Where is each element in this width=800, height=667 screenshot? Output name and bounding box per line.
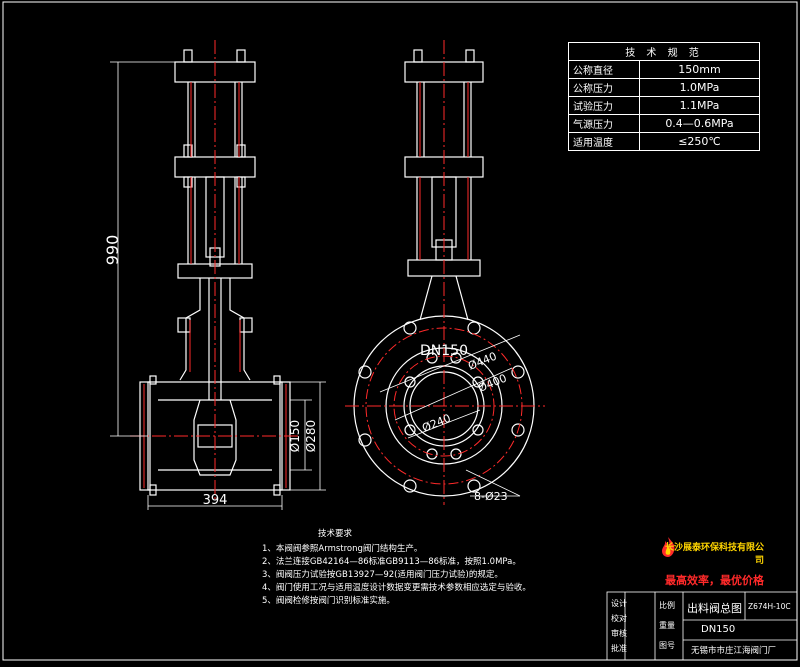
spec-key: 试验压力 — [568, 96, 640, 115]
note-item: 4、阀门使用工况与适用温度设计数据变更需技术参数相应选定与验收。 — [262, 583, 531, 593]
spec-key: 公称直径 — [568, 60, 640, 79]
brand-slogan: 最高效率，最优价格 — [665, 574, 764, 587]
title-block-left-labels: 设计 校对 审核 批准 — [611, 596, 627, 656]
side-view-leaders — [379, 334, 521, 497]
label-drawing-no: 图号 — [659, 641, 675, 650]
label-approve: 批准 — [611, 644, 627, 653]
title-block: 设计 校对 审核 批准 比例 重量 图号 出料阀总图 Z674H-10C DN1… — [607, 592, 797, 660]
spec-table: 技 术 规 范 公称直径 150mm 公称压力 1.0MPa 试验压力 1.1MPa … — [568, 42, 760, 151]
note-item: 3、阀阀压力试验按GB13927—92(适用阀门压力试验)的规定。 — [262, 570, 503, 580]
spec-key: 公称压力 — [568, 78, 640, 97]
dim-circle-240: Ø240 — [420, 412, 452, 435]
spec-value: 0.4—0.6MPa — [639, 114, 760, 133]
drawing-name: 出料阀总图 — [687, 602, 742, 615]
dim-length: 394 — [203, 493, 228, 508]
note-item: 1、本阀阀参照Armstrong阀门结构生产。 — [262, 544, 423, 554]
spec-title: 技 术 规 范 — [568, 42, 760, 61]
spec-row: 公称压力 1.0MPa — [568, 78, 760, 97]
brand-name: 长沙展泰环保科技有限公司 — [664, 543, 764, 566]
dim-holes: 8-Ø23 — [474, 490, 508, 503]
spec-key: 气源压力 — [568, 114, 640, 133]
title-block-mid-labels: 比例 重量 图号 — [659, 596, 675, 656]
drawing-size: DN150 — [701, 624, 736, 635]
label-scale: 比例 — [659, 601, 675, 610]
factory-name: 无锡市市庄江海阀门厂 — [691, 646, 777, 656]
spec-key: 适用温度 — [568, 132, 640, 151]
dim-circle-440: Ø440 — [466, 350, 498, 373]
label-check: 校对 — [611, 614, 627, 623]
front-view-centerlines — [130, 40, 300, 500]
note-item: 5、阀阀检修按阀门识别标准实施。 — [262, 596, 395, 606]
spec-row: 公称直径 150mm — [568, 60, 760, 79]
spec-row: 试验压力 1.1MPa — [568, 96, 760, 115]
spec-value: 1.0MPa — [639, 78, 760, 97]
brand-block: 长沙展泰环保科技有限公司 最高效率，最优价格 — [660, 540, 764, 588]
spec-row: 适用温度 ≤250℃ — [568, 132, 760, 151]
notes-heading: 技术要求 — [318, 529, 353, 539]
technical-notes: 技术要求 1、本阀阀参照Armstrong阀门结构生产。 2、法兰连接GB421… — [262, 528, 531, 608]
spec-value: 1.1MPa — [639, 96, 760, 115]
dim-bore-large: Ø280 — [304, 420, 318, 452]
note-item: 2、法兰连接GB42164—86标准GB9113—86标准，按照1.0MPa。 — [262, 557, 521, 567]
label-weight: 重量 — [659, 621, 675, 630]
label-review: 审核 — [611, 629, 627, 638]
label-design: 设计 — [611, 599, 627, 608]
dim-bore-small: Ø150 — [288, 420, 302, 452]
spec-value: ≤250℃ — [639, 132, 760, 151]
dim-dn: DN150 — [420, 343, 468, 359]
dim-height: 990 — [103, 235, 122, 266]
spec-row: 气源压力 0.4—0.6MPa — [568, 114, 760, 133]
spec-value: 150mm — [639, 60, 760, 79]
drawing-code: Z674H-10C — [748, 602, 791, 611]
